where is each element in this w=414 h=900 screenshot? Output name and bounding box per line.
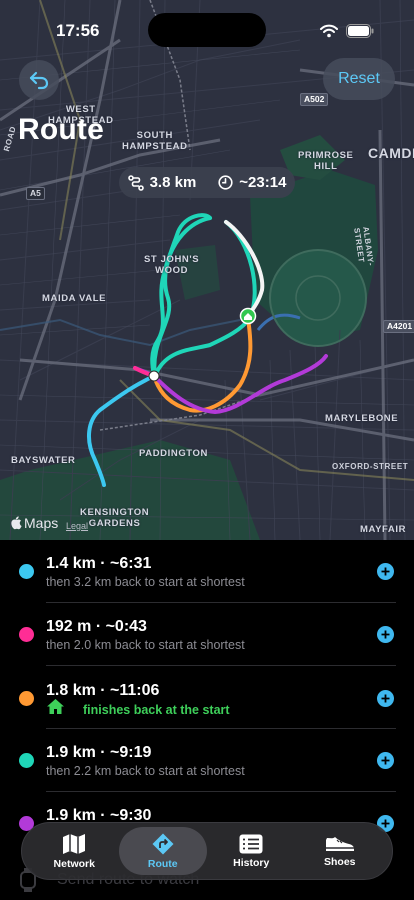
- map-label-primrose-hill: PRIMROSE HILL: [298, 150, 354, 172]
- home-icon: [47, 699, 64, 714]
- reset-button[interactable]: Reset: [323, 58, 395, 100]
- road-shield-a5: A5: [26, 187, 45, 200]
- route-option-2[interactable]: 192 m · ~0:43 then 2.0 km back to start …: [0, 617, 414, 679]
- plus-icon: [381, 630, 390, 639]
- apple-logo-icon: [11, 516, 22, 530]
- road-shield-a502: A502: [300, 93, 329, 106]
- turn-arrow-icon: [152, 833, 174, 854]
- shoe-icon: [325, 836, 354, 851]
- tab-bar: Network Route History Shoes: [21, 822, 393, 880]
- plus-icon: [381, 756, 390, 765]
- tab-route[interactable]: Route: [118, 827, 207, 875]
- summary-distance: 3.8 km: [149, 174, 197, 191]
- status-time: 17:56: [56, 21, 100, 40]
- map-label-camden: CAMDE: [368, 145, 414, 161]
- divider: [46, 728, 396, 729]
- divider: [46, 791, 396, 792]
- route-color-dot: [19, 627, 34, 642]
- map-label-bayswater: BAYSWATER: [11, 455, 76, 466]
- route-option-4[interactable]: 1.9 km · ~9:19 then 2.2 km back to start…: [0, 743, 414, 805]
- map-label-south-hampstead: SOUTH HAMPSTEAD: [122, 130, 188, 152]
- tab-shoes[interactable]: Shoes: [296, 827, 385, 875]
- list-icon: [239, 834, 263, 853]
- add-route-button[interactable]: [377, 626, 394, 643]
- back-button[interactable]: [19, 60, 59, 100]
- map-label-marylebone: MARYLEBONE: [325, 413, 399, 424]
- add-route-button[interactable]: [377, 563, 394, 580]
- route-subtitle: then 3.2 km back to start at shortest: [46, 575, 245, 589]
- route-color-dot: [19, 691, 34, 706]
- route-title: 1.4 km · ~6:31: [46, 555, 152, 572]
- plus-icon: [381, 567, 390, 576]
- undo-arrow-icon: [29, 71, 49, 90]
- divider: [46, 665, 396, 666]
- route-option-1[interactable]: 1.4 km · ~6:31 then 3.2 km back to start…: [0, 554, 414, 616]
- battery-icon: [346, 24, 374, 38]
- map-label-mayfair: MAYFAIR: [360, 524, 407, 535]
- map-label-st-johns-wood: ST JOHN'S WOOD: [144, 254, 200, 276]
- plus-icon: [381, 819, 390, 828]
- route-path-icon: [127, 174, 144, 191]
- clock-icon: [218, 175, 233, 190]
- tab-label: History: [233, 856, 270, 869]
- tab-label: Shoes: [323, 855, 356, 868]
- wifi-icon: [320, 24, 338, 38]
- route-subtitle: then 2.2 km back to start at shortest: [46, 764, 245, 778]
- route-map[interactable]: WEST HAMPSTEAD SOUTH HAMPSTEAD PRIMROSE HIL…: [0, 0, 414, 540]
- page-title: Route: [18, 113, 104, 146]
- route-summary-pill: 3.8 km ~23:14: [119, 167, 295, 198]
- map-label-maida-vale: MAIDA VALE: [42, 293, 107, 304]
- route-title: 1.9 km · ~9:19: [46, 744, 152, 761]
- route-subtitle: then 2.0 km back to start at shortest: [46, 638, 245, 652]
- map-label-kensington-gardens: KENSINGTON GARDENS: [80, 507, 150, 529]
- tab-label: Network: [53, 857, 95, 870]
- add-route-button[interactable]: [377, 752, 394, 769]
- route-title: 192 m · ~0:43: [46, 618, 147, 635]
- plus-icon: [381, 694, 390, 703]
- map-label-paddington: PADDINGTON: [139, 448, 208, 459]
- map-icon: [63, 833, 86, 854]
- route-color-dot: [19, 564, 34, 579]
- road-name-oxford-street: OXFORD-STREET: [332, 462, 409, 471]
- route-color-dot: [19, 753, 34, 768]
- tab-network[interactable]: Network: [30, 827, 119, 875]
- legal-link[interactable]: Legal: [66, 521, 88, 531]
- apple-maps-logo: Maps: [10, 515, 58, 531]
- summary-duration: ~23:14: [239, 174, 287, 191]
- tab-history[interactable]: History: [207, 827, 296, 875]
- dynamic-island: [148, 13, 266, 47]
- add-route-button[interactable]: [377, 690, 394, 707]
- tab-label: Route: [147, 857, 178, 870]
- route-subtitle: finishes back at the start: [83, 703, 230, 717]
- maps-logo-text: Maps: [24, 515, 59, 531]
- route-option-3[interactable]: 1.8 km · ~11:06 finishes back at the sta…: [0, 681, 414, 743]
- road-shield-a4201: A4201: [383, 320, 414, 333]
- divider: [46, 602, 396, 603]
- home-marker-icon: [239, 307, 257, 325]
